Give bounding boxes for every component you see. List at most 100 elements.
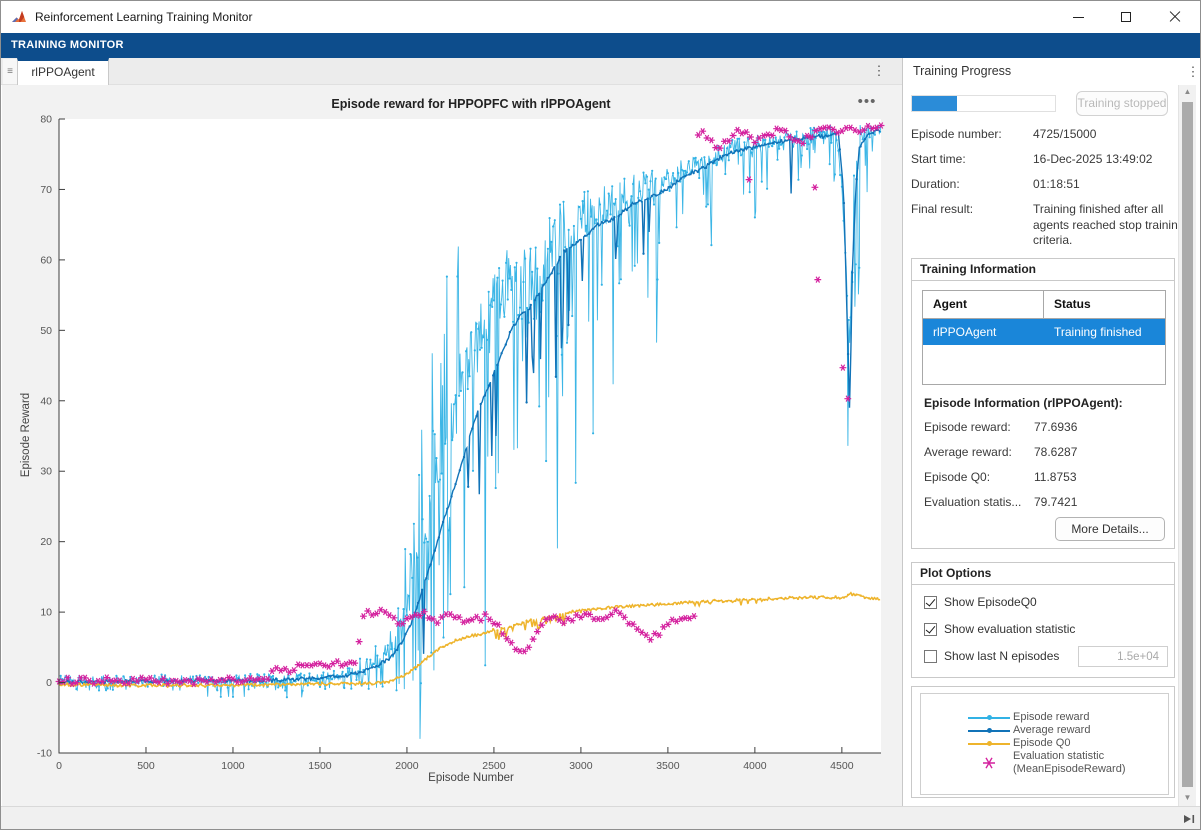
tab-label: rlPPOAgent <box>31 65 94 79</box>
checkbox-label: Show evaluation statistic <box>944 622 1075 636</box>
status-column-header: Status <box>1044 291 1165 318</box>
y-tick-label: 80 <box>40 114 52 126</box>
show-evaluation-option[interactable]: Show evaluation statistic <box>924 621 1075 637</box>
maximize-button[interactable] <box>1102 1 1149 33</box>
field-label: Episode number: <box>911 127 1029 141</box>
x-tick-label: 2000 <box>395 760 419 772</box>
legend-label-line1: Evaluation statistic <box>1013 750 1104 763</box>
show-episodeq0-checkbox[interactable] <box>924 596 937 609</box>
training-progress-title: Training Progress <box>913 58 1011 85</box>
agent-status-table: Agent Status rlPPOAgent Training finishe… <box>922 290 1166 385</box>
x-tick-label: 1500 <box>308 760 332 772</box>
field-value: 77.6936 <box>1034 420 1077 434</box>
ellipsis-icon: ••• <box>858 93 877 110</box>
x-tick-label: 3500 <box>656 760 680 772</box>
x-tick-label: 3000 <box>569 760 593 772</box>
y-tick-label: 10 <box>40 607 52 619</box>
table-row[interactable]: rlPPOAgent Training finished <box>923 319 1165 345</box>
close-button[interactable] <box>1151 1 1198 33</box>
episode-information-title: Episode Information (rlPPOAgent): <box>924 396 1123 410</box>
y-tick-label: 0 <box>46 677 52 689</box>
plot-options-title: Plot Options <box>912 563 1174 585</box>
minimize-icon <box>1073 17 1084 18</box>
y-tick-label: 40 <box>40 395 52 407</box>
x-tick-label: 1000 <box>221 760 245 772</box>
checkbox-label: Show last N episodes <box>944 649 1059 663</box>
show-last-n-checkbox[interactable] <box>924 650 937 663</box>
field-label: Episode Q0: <box>924 470 1036 484</box>
show-episodeq0-option[interactable]: Show EpisodeQ0 <box>924 594 1037 610</box>
agent-cell: rlPPOAgent <box>923 319 1044 345</box>
field-value: 78.6287 <box>1034 445 1077 459</box>
training-information-title: Training Information <box>912 259 1174 281</box>
progress-fill <box>912 96 957 111</box>
more-details-button[interactable]: More Details... <box>1055 517 1165 541</box>
legend-section: Episode reward Average reward Episode Q0 <box>911 686 1175 798</box>
scroll-up-arrow-icon[interactable]: ▲ <box>1179 87 1196 96</box>
field-label: Start time: <box>911 152 1029 166</box>
window-title: Reinforcement Learning Training Monitor <box>35 1 252 33</box>
dock-right-icon[interactable] <box>1182 812 1196 826</box>
legend-label-line2: (MeanEpisodeReward) <box>1013 763 1126 776</box>
show-evaluation-checkbox[interactable] <box>924 623 937 636</box>
n-episodes-input[interactable] <box>1078 646 1168 667</box>
episode-reward-marker <box>987 715 992 720</box>
panel-options-button[interactable]: ⋮ <box>1184 62 1201 82</box>
legend-label: Average reward <box>1013 724 1090 737</box>
y-tick-label: 50 <box>40 325 52 337</box>
document-list-button[interactable]: ≡ <box>3 59 18 84</box>
matlab-logo-icon <box>11 9 27 25</box>
tab-rlppoagent[interactable]: rlPPOAgent <box>17 58 109 85</box>
field-value: 79.7421 <box>1034 495 1077 509</box>
scrollbar-thumb[interactable] <box>1182 102 1193 787</box>
legend-label: Episode Q0 <box>1013 737 1070 750</box>
app-window: Reinforcement Learning Training Monitor … <box>0 0 1201 830</box>
field-value: 4725/15000 <box>1033 127 1185 143</box>
field-label: Duration: <box>911 177 1029 191</box>
reward-chart-panel: Episode reward for HPPOPFC with rlPPOAge… <box>2 85 902 806</box>
average-reward-marker <box>987 728 992 733</box>
close-icon <box>1169 11 1181 23</box>
y-tick-label: 60 <box>40 254 52 266</box>
vertical-dots-icon: ⋮ <box>1187 64 1200 79</box>
training-information-section: Training Information Agent Status rlPPOA… <box>911 258 1175 549</box>
x-axis-label: Episode Number <box>60 772 882 784</box>
training-progress-bar <box>911 95 1056 112</box>
episode-q0-marker <box>987 741 992 746</box>
minimize-button[interactable] <box>1055 1 1102 33</box>
scroll-down-arrow-icon[interactable]: ▼ <box>1179 793 1196 802</box>
chart-title: Episode reward for HPPOPFC with rlPPOAge… <box>60 97 882 111</box>
show-last-n-option[interactable]: Show last N episodes <box>924 648 1059 664</box>
x-tick-label: 500 <box>137 760 155 772</box>
axes-options-button[interactable]: ••• <box>852 95 882 111</box>
legend-label: Episode reward <box>1013 711 1089 724</box>
evaluation-asterisk-marker <box>968 750 1010 776</box>
field-label: Episode reward: <box>924 420 1036 434</box>
title-bar: Reinforcement Learning Training Monitor <box>1 1 1200 33</box>
chart-legend: Episode reward Average reward Episode Q0 <box>920 693 1169 795</box>
y-tick-label: 30 <box>40 466 52 478</box>
x-tick-label: 2500 <box>482 760 506 772</box>
toolstrip-ribbon: TRAINING MONITOR <box>1 33 1200 58</box>
field-label: Final result: <box>911 202 1029 216</box>
vertical-dots-icon: ⋮ <box>873 63 886 78</box>
document-tab-strip: ≡ rlPPOAgent ⋮ <box>1 58 902 85</box>
toolstrip-tab-label[interactable]: TRAINING MONITOR <box>1 33 1200 58</box>
field-value: 11.8753 <box>1034 470 1077 484</box>
field-label: Average reward: <box>924 445 1036 459</box>
checkbox-label: Show EpisodeQ0 <box>944 595 1037 609</box>
agent-column-header: Agent <box>923 291 1044 318</box>
table-header-row: Agent Status <box>923 291 1165 319</box>
x-tick-label: 4000 <box>743 760 767 772</box>
tab-options-button[interactable]: ⋮ <box>869 61 889 81</box>
y-tick-label: 70 <box>40 184 52 196</box>
field-value: 16-Dec-2025 13:49:02 <box>1033 152 1185 168</box>
x-tick-label: 0 <box>56 760 62 772</box>
y-axis-label: Episode Reward <box>20 335 32 535</box>
field-value: 01:18:51 <box>1033 177 1185 193</box>
training-stopped-button[interactable]: Training stopped <box>1076 91 1168 116</box>
panel-scrollbar[interactable]: ▲ ▼ <box>1178 85 1196 806</box>
plot-options-section: Plot Options Show EpisodeQ0 Show evaluat… <box>911 562 1175 678</box>
maximize-icon <box>1121 12 1131 22</box>
x-tick-label: 4500 <box>830 760 854 772</box>
